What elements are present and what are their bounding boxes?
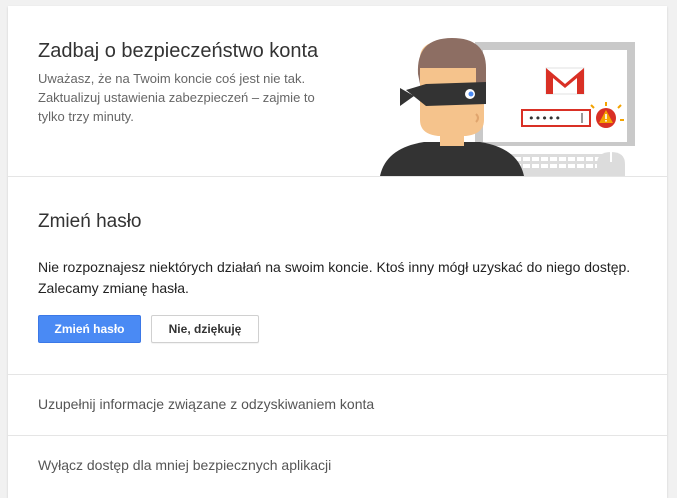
password-field-icon: ••••• (521, 109, 591, 127)
svg-text:•••••: ••••• (528, 112, 561, 125)
keyboard-icon (510, 154, 606, 176)
less-secure-apps-link[interactable]: Wyłącz dostęp dla mniej bezpiecznych apl… (8, 436, 667, 496)
security-card: Zadbaj o bezpieczeństwo konta Uważasz, ż… (8, 6, 667, 498)
hero-description: Uważasz, że na Twoim koncie coś jest nie… (38, 71, 315, 124)
mouse-icon (597, 152, 625, 176)
hero-title: Zadbaj o bezpieczeństwo konta (38, 40, 319, 62)
password-section-body: Nie rozpoznajesz niektórych działań na s… (38, 259, 631, 296)
gmail-logo-icon (545, 67, 585, 95)
recovery-info-label: Uzupełnij informacje związane z odzyskiw… (38, 396, 375, 412)
hero-banner: Zadbaj o bezpieczeństwo konta Uważasz, ż… (8, 6, 667, 177)
burglar-illustration: ••••• (380, 38, 635, 176)
no-thanks-button[interactable]: Nie, dziękuję (151, 315, 259, 343)
password-section-title: Zmień hasło (38, 211, 142, 232)
change-password-button[interactable]: Zmień hasło (38, 315, 141, 343)
less-secure-apps-label: Wyłącz dostęp dla mniej bezpiecznych apl… (38, 457, 332, 473)
recovery-info-link[interactable]: Uzupełnij informacje związane z odzyskiw… (8, 375, 667, 435)
